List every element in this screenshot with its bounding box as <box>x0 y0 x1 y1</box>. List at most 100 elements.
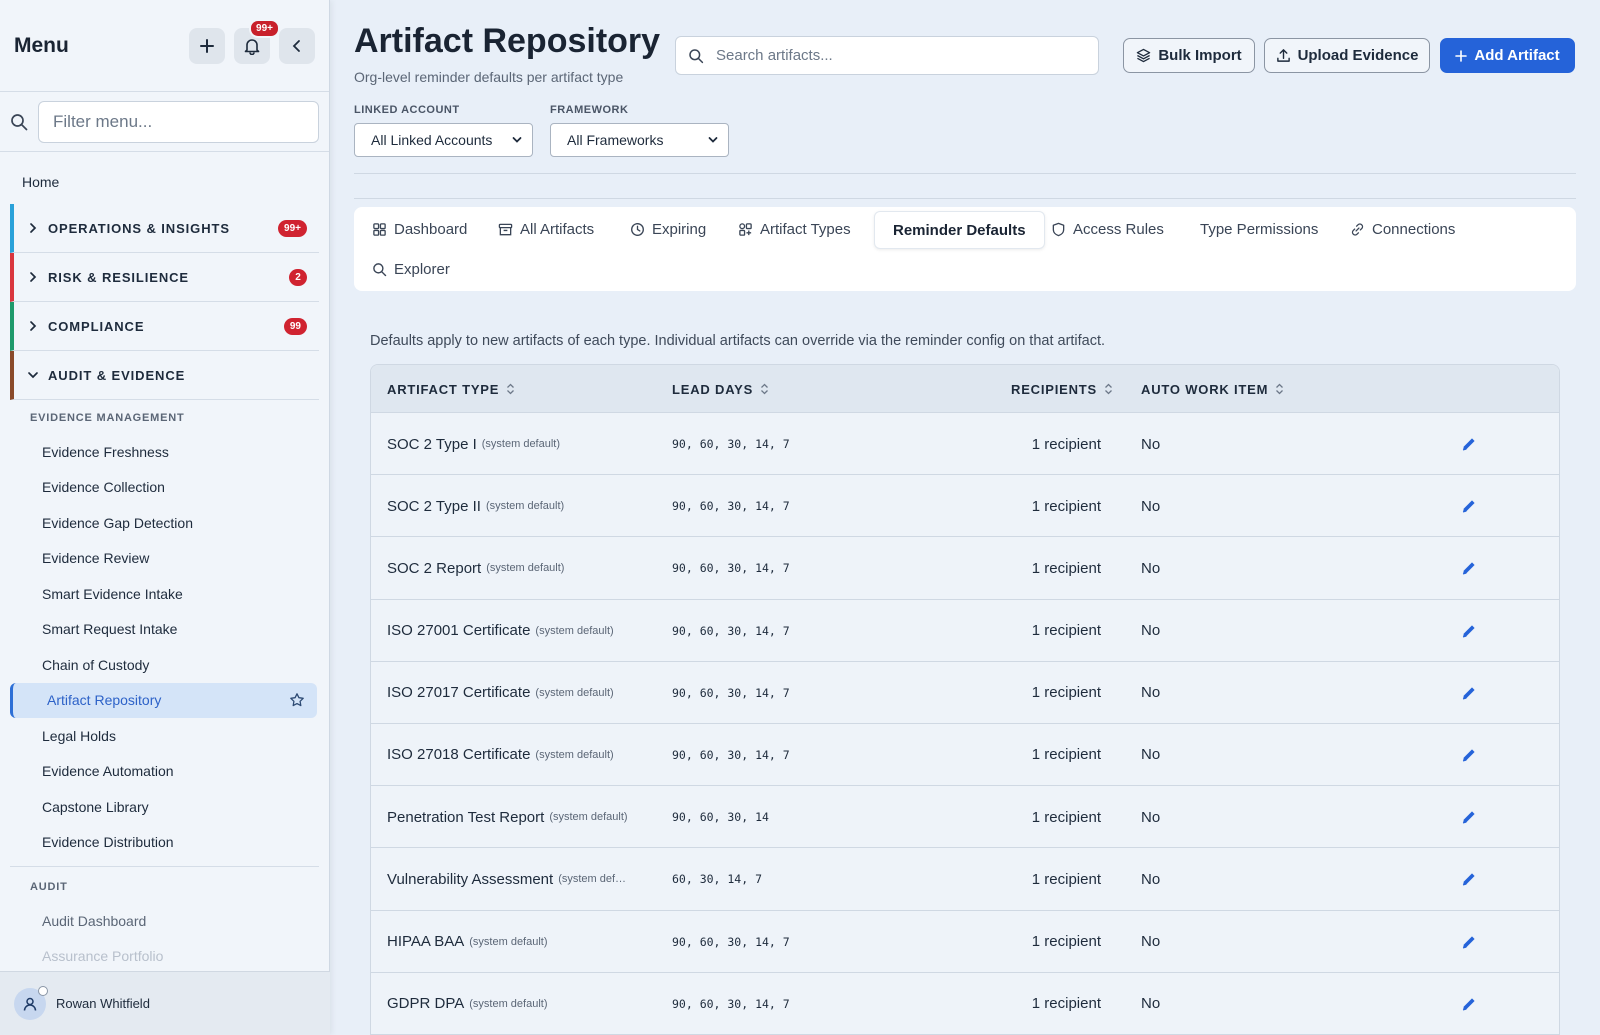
artifact-type-cell: Penetration Test Report (system default) <box>387 786 628 848</box>
sidebar-group-compliance[interactable]: COMPLIANCE 99 <box>10 302 319 351</box>
column-header-auto-work-item[interactable]: AUTO WORK ITEM <box>1141 365 1284 413</box>
artifact-type-cell: Vulnerability Assessment (system def… <box>387 848 626 910</box>
tab-label: Dashboard <box>394 220 468 238</box>
edit-button[interactable] <box>1461 724 1477 786</box>
chevron-right-icon <box>30 321 37 331</box>
chevron-down-icon <box>28 372 38 379</box>
filter-menu-input[interactable] <box>38 100 319 143</box>
edit-button[interactable] <box>1461 475 1477 537</box>
table-row: SOC 2 Type II (system default) 90, 60, 30… <box>371 475 1559 538</box>
tab-expiring[interactable]: Expiring <box>630 207 706 251</box>
collapse-sidebar-button[interactable] <box>279 27 315 64</box>
sidebar-group-operations[interactable]: OPERATIONS & INSIGHTS 99+ <box>10 204 319 253</box>
link-icon <box>1351 222 1364 236</box>
system-default-tag: (system def… <box>558 873 627 886</box>
button-label: Upload Evidence <box>1297 47 1419 64</box>
artifact-type-name: ISO 27001 Certificate <box>387 622 531 640</box>
auto-work-item-cell: No <box>1141 933 1161 950</box>
tab-explorer[interactable]: Explorer <box>372 251 450 287</box>
artifact-type-cell: SOC 2 Type II (system default) <box>387 475 564 537</box>
sidebar-item-artifact-repository[interactable]: Artifact Repository <box>10 682 317 718</box>
column-label: RECIPIENTS <box>1011 381 1098 397</box>
edit-button[interactable] <box>1461 537 1477 599</box>
sidebar-item-capstone-library[interactable]: Capstone Library <box>0 789 319 825</box>
linked-account-select[interactable]: All Linked Accounts <box>354 123 533 157</box>
edit-button[interactable] <box>1461 662 1477 724</box>
user-footer[interactable]: Rowan Whitfield <box>0 971 330 1035</box>
sidebar-item-audit-dashboard[interactable]: Audit Dashboard <box>0 903 319 939</box>
main-content: Artifact Repository Org-level reminder d… <box>354 0 1576 1035</box>
tab-label: Type Permissions <box>1200 220 1319 238</box>
sidebar-group-audit-evidence[interactable]: AUDIT & EVIDENCE <box>10 351 319 400</box>
table-row: GDPR DPA (system default) 90, 60, 30, 14,… <box>371 972 1559 1035</box>
add-artifact-button[interactable]: Add Artifact <box>1440 38 1575 73</box>
edit-button[interactable] <box>1461 786 1477 848</box>
edit-button[interactable] <box>1461 600 1477 662</box>
tab-artifact-types[interactable]: Artifact Types <box>738 207 851 251</box>
framework-select[interactable]: All Frameworks <box>550 123 729 157</box>
tab-label: Connections <box>1372 220 1456 238</box>
add-button[interactable] <box>189 27 225 64</box>
system-default-tag: (system default) <box>485 500 565 513</box>
group-label: AUDIT & EVIDENCE <box>48 367 186 383</box>
edit-button[interactable] <box>1461 973 1477 1035</box>
pencil-icon <box>1462 687 1475 700</box>
tab-type-permissions[interactable]: Type Permissions <box>1200 207 1318 251</box>
sidebar-item-home[interactable]: Home <box>0 152 329 204</box>
column-header-recipients[interactable]: RECIPIENTS <box>1011 365 1113 413</box>
sidebar-item-evidence-collection[interactable]: Evidence Collection <box>0 470 319 506</box>
sidebar-item-chain-of-custody[interactable]: Chain of Custody <box>0 647 319 683</box>
bulk-import-button[interactable]: Bulk Import <box>1123 38 1255 73</box>
sidebar-item-evidence-freshness[interactable]: Evidence Freshness <box>0 434 319 470</box>
column-header-lead-days[interactable]: LEAD DAYS <box>672 365 769 413</box>
system-default-tag: (system default) <box>549 811 628 824</box>
edit-button[interactable] <box>1461 848 1477 910</box>
tab-bar: Dashboard All Artifacts Expiring Artifac… <box>354 207 1576 291</box>
table-row: Vulnerability Assessment (system def… 60,… <box>371 848 1559 911</box>
column-header-artifact-type[interactable]: ARTIFACT TYPE <box>387 365 515 413</box>
clock-icon <box>631 222 644 236</box>
page-subtitle: Org-level reminder defaults per artifact… <box>354 69 624 85</box>
artifact-search <box>675 36 1099 75</box>
sidebar-item-evidence-gap-detection[interactable]: Evidence Gap Detection <box>0 505 319 541</box>
lead-days-cell: 90, 60, 30, 14, 7 <box>672 623 790 638</box>
auto-work-item-cell: No <box>1141 870 1161 888</box>
recipients-cell: 1 recipient <box>1031 559 1101 577</box>
sidebar-item-evidence-review[interactable]: Evidence Review <box>0 541 319 577</box>
edit-button[interactable] <box>1461 413 1477 475</box>
sidebar-item-smart-evidence-intake[interactable]: Smart Evidence Intake <box>0 576 319 612</box>
upload-evidence-button[interactable]: Upload Evidence <box>1264 38 1430 73</box>
tab-dashboard[interactable]: Dashboard <box>372 207 467 251</box>
table-header: ARTIFACT TYPE LEAD DAYS RECIPIENTS AUTO … <box>371 365 1559 413</box>
pencil-icon <box>1462 500 1475 513</box>
tab-connections[interactable]: Connections <box>1350 207 1455 251</box>
sidebar-item-legal-holds[interactable]: Legal Holds <box>0 718 319 754</box>
tab-reminder-defaults[interactable]: Reminder Defaults <box>874 211 1045 249</box>
sidebar-item-assurance-portfolio[interactable]: Assurance Portfolio <box>0 939 319 975</box>
sidebar-item-evidence-automation[interactable]: Evidence Automation <box>0 754 319 790</box>
count-badge: 2 <box>289 268 307 286</box>
divider <box>354 198 1576 199</box>
page-title: Artifact Repository <box>354 22 661 60</box>
settings-dot-icon <box>38 985 48 996</box>
sidebar-group-risk[interactable]: RISK & RESILIENCE 2 <box>10 253 319 302</box>
edit-button[interactable] <box>1461 911 1477 973</box>
artifact-type-cell: ISO 27001 Certificate (system default) <box>387 600 614 662</box>
bell-icon <box>244 38 260 55</box>
notifications-button[interactable]: 99+ <box>234 18 280 64</box>
tab-access-rules[interactable]: Access Rules <box>1051 207 1164 251</box>
select-value: All Linked Accounts <box>371 132 493 148</box>
tab-label: Expiring <box>652 220 707 238</box>
recipients-cell: 1 recipient <box>1031 746 1101 764</box>
button-label: Add Artifact <box>1474 47 1560 64</box>
tab-all-artifacts[interactable]: All Artifacts <box>498 207 594 251</box>
pencil-icon <box>1462 998 1475 1011</box>
sidebar-item-smart-request-intake[interactable]: Smart Request Intake <box>0 612 319 648</box>
search-artifacts-input[interactable] <box>716 47 1098 64</box>
artifact-type-cell: SOC 2 Type I (system default) <box>387 413 560 475</box>
star-icon[interactable] <box>289 692 305 708</box>
layers-icon <box>1137 48 1151 63</box>
sidebar-item-evidence-distribution[interactable]: Evidence Distribution <box>0 825 319 861</box>
lead-days-cell: 90, 60, 30, 14, 7 <box>672 561 790 576</box>
plus-icon <box>1455 49 1468 62</box>
